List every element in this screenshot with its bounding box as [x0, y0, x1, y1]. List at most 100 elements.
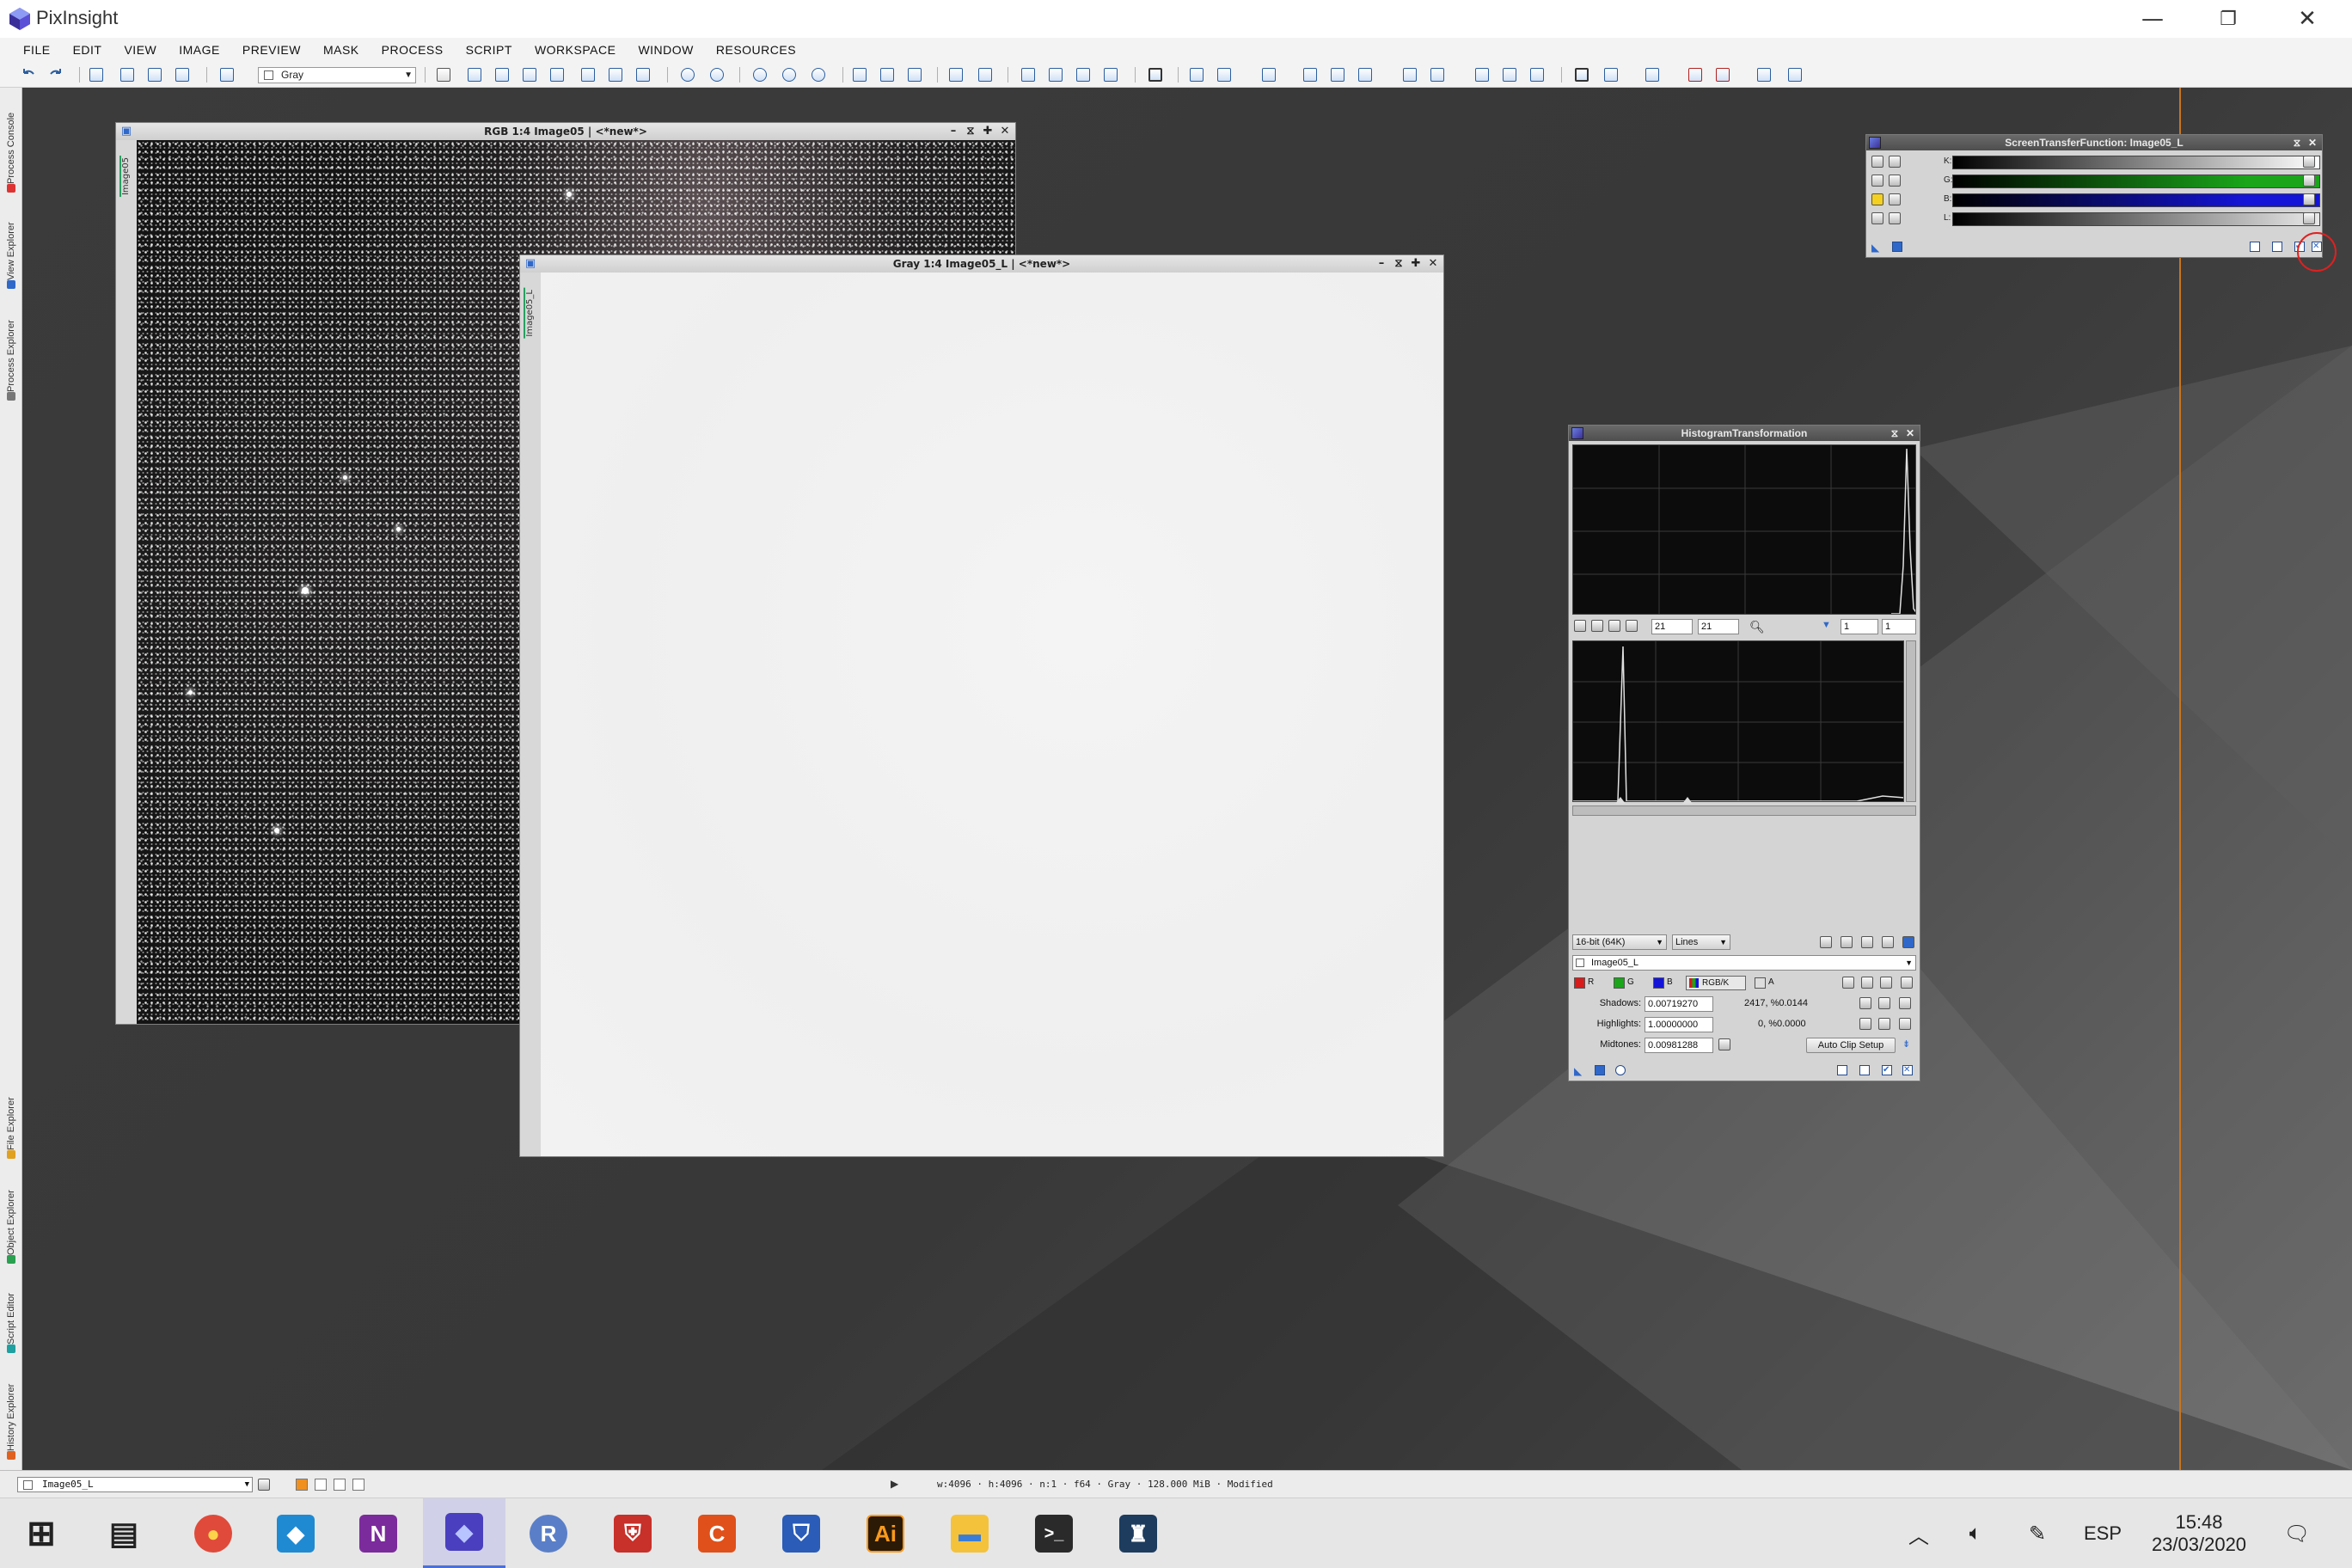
explorer-a-icon[interactable]: [1475, 68, 1489, 82]
rgb-view-tab[interactable]: Image05: [119, 156, 131, 198]
settings-b-icon[interactable]: [1880, 977, 1892, 989]
dynamic-crop-icon[interactable]: [581, 68, 595, 82]
shadows-field[interactable]: 0.00719270: [1645, 996, 1713, 1012]
edit-mode-icon[interactable]: [1889, 156, 1901, 168]
stf-reset-icon[interactable]: [1217, 68, 1231, 82]
view-selector[interactable]: Gray ▼: [258, 67, 416, 83]
midtones-slider-handle[interactable]: [1682, 797, 1693, 804]
dock-tab-view-explorer[interactable]: View Explorer: [2, 201, 21, 292]
menu-window[interactable]: WINDOW: [627, 43, 704, 57]
pen-icon[interactable]: ✎: [2012, 1498, 2063, 1568]
lock-view-icon[interactable]: [258, 1479, 270, 1491]
gray-image-canvas[interactable]: [541, 273, 1443, 1156]
window-close-icon[interactable]: ✕: [996, 123, 1014, 140]
histogram-panel[interactable]: HistogramTransformation ⧖ ✕ 21 21 🔍︎ ▼ 1…: [1568, 425, 1920, 1081]
explorer-b-icon[interactable]: [1503, 68, 1516, 82]
midtones-field[interactable]: 0.00981288: [1645, 1038, 1713, 1053]
reset-x-icon[interactable]: ✕: [1902, 1065, 1913, 1075]
display-a-icon[interactable]: [1820, 936, 1832, 948]
fit-view-icon[interactable]: [853, 68, 867, 82]
gray-image-window[interactable]: ▣ Gray 1:4 Image05_L | <*new*> – ⧖ ✚ ✕ I…: [519, 254, 1444, 1157]
panel-shade-icon[interactable]: ⧖: [1887, 426, 1902, 441]
zoom-1-1-icon[interactable]: [782, 68, 796, 82]
zoom-1-2-icon[interactable]: [812, 68, 825, 82]
panel-right-icon[interactable]: [1430, 68, 1444, 82]
move-icon[interactable]: [550, 68, 564, 82]
window-menu-icon[interactable]: ▣: [118, 123, 135, 140]
taskbar-r[interactable]: R: [507, 1498, 590, 1568]
display-c-icon[interactable]: [1861, 936, 1873, 948]
panel-option-icon[interactable]: [1837, 1065, 1847, 1075]
dock-tab-history-explorer[interactable]: History Explorer: [2, 1363, 21, 1463]
preview-icon[interactable]: [609, 68, 622, 82]
pointer-icon[interactable]: [636, 68, 650, 82]
save-as-icon[interactable]: [175, 68, 189, 82]
screen-c-icon[interactable]: [1645, 68, 1659, 82]
status-view-selector[interactable]: Image05_L ▼: [17, 1477, 253, 1492]
new-image-icon[interactable]: [89, 68, 103, 82]
input-histogram-plot[interactable]: [1572, 640, 1904, 802]
zoom-fit-icon[interactable]: [1608, 620, 1620, 632]
zoom-out-icon[interactable]: [710, 68, 724, 82]
real-time-preview-icon[interactable]: [1615, 1065, 1626, 1075]
input-histogram-vscroll[interactable]: [1906, 640, 1916, 802]
apply-checkmark-icon[interactable]: ✔: [1882, 1065, 1892, 1075]
window-shade-icon[interactable]: ⧖: [1390, 255, 1407, 273]
channel-rgbk-toggle[interactable]: RGB/K: [1686, 976, 1746, 990]
task-view-button[interactable]: ▤: [83, 1498, 165, 1568]
reset-field-icon[interactable]: [1899, 997, 1911, 1009]
dock-tab-file-explorer[interactable]: File Explorer: [2, 1076, 21, 1162]
auto-clip-setup-button[interactable]: Auto Clip Setup: [1806, 1038, 1896, 1053]
window-icon[interactable]: [949, 68, 963, 82]
display-channel-icon[interactable]: [296, 1479, 308, 1491]
window-menu-icon[interactable]: ▣: [522, 255, 539, 273]
menu-preview[interactable]: PREVIEW: [231, 43, 312, 57]
histogram-titlebar[interactable]: HistogramTransformation ⧖ ✕: [1569, 426, 1920, 441]
taskbar-shield[interactable]: ⛨: [591, 1498, 674, 1568]
reset-field-icon[interactable]: [1718, 1038, 1730, 1050]
stf-toggle-icon[interactable]: [1148, 68, 1162, 82]
readout-icon[interactable]: [1574, 620, 1586, 632]
mask-show-icon[interactable]: [1049, 68, 1063, 82]
taskbar-onenote[interactable]: N: [337, 1498, 420, 1568]
reset-field-icon[interactable]: [1899, 1018, 1911, 1030]
taskbar-chrome[interactable]: ●: [172, 1498, 254, 1568]
gray-window-titlebar[interactable]: ▣ Gray 1:4 Image05_L | <*new*> – ⧖ ✚ ✕: [520, 255, 1443, 273]
window-maximize-icon[interactable]: ✚: [1407, 255, 1424, 273]
channel-alpha-checkbox[interactable]: [1755, 977, 1766, 989]
new-instance-icon[interactable]: ◣: [1574, 1065, 1584, 1077]
panel-close-icon[interactable]: ✕: [2305, 135, 2320, 150]
screen-f-icon[interactable]: [1757, 68, 1771, 82]
zoom-in-icon[interactable]: [681, 68, 695, 82]
link-channels-icon[interactable]: [1871, 156, 1883, 168]
stf-panel[interactable]: ScreenTransferFunction: Image05_L ⧖ ✕ K:…: [1865, 134, 2337, 272]
target-view-select[interactable]: Image05_L ▼: [1572, 955, 1916, 971]
taskbar-bitwarden[interactable]: ⛉: [760, 1498, 842, 1568]
menu-mask[interactable]: MASK: [312, 43, 371, 57]
display-channel-icon[interactable]: [352, 1479, 364, 1491]
window-minimize-icon[interactable]: –: [945, 123, 962, 140]
panel-close-icon[interactable]: ✕: [1902, 426, 1918, 441]
panel-option-icon[interactable]: [2250, 242, 2260, 252]
reset-channel-icon[interactable]: [2303, 156, 2315, 168]
volume-icon[interactable]: 🔈︎: [1948, 1498, 2003, 1568]
auto-clip-icon[interactable]: ⇟: [1902, 1038, 1910, 1050]
minimize-button[interactable]: —: [2115, 0, 2190, 38]
dock-tab-process-console[interactable]: Process Console: [2, 95, 21, 196]
taskbar-kindle[interactable]: ♜: [1097, 1498, 1179, 1568]
screen-g-icon[interactable]: [1788, 68, 1802, 82]
undo-icon[interactable]: [21, 68, 36, 82]
output-histogram-plot[interactable]: [1572, 444, 1916, 615]
menu-view[interactable]: VIEW: [113, 43, 168, 57]
menu-edit[interactable]: EDIT: [62, 43, 113, 57]
clock[interactable]: 15:48 23/03/2020: [2141, 1498, 2257, 1568]
resolution-select[interactable]: 16-bit (64K) ▼: [1572, 934, 1667, 950]
channel-b-icon[interactable]: [1358, 68, 1372, 82]
display-d-icon[interactable]: [1882, 936, 1894, 948]
crosshair-icon[interactable]: [1842, 977, 1854, 989]
cascade-icon[interactable]: [908, 68, 922, 82]
stf-b-bar[interactable]: [1952, 193, 2320, 207]
channel-r-icon[interactable]: [1303, 68, 1317, 82]
taskbar-file-explorer[interactable]: ▬: [928, 1498, 1011, 1568]
dock-tab-script-editor[interactable]: Script Editor: [2, 1274, 21, 1357]
